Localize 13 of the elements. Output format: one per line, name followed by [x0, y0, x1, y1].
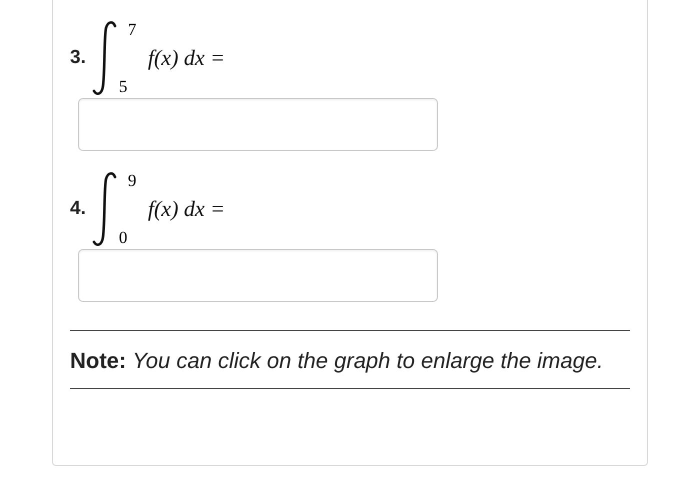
- lower-limit: 5: [118, 77, 128, 97]
- upper-limit: 7: [128, 20, 136, 40]
- answer-field[interactable]: [78, 249, 438, 302]
- integral-sign-icon: [92, 20, 118, 96]
- lower-limit: 0: [118, 228, 128, 248]
- integral-sign-icon: [92, 171, 118, 247]
- integrand: f(x) dx =: [148, 45, 225, 71]
- problem-number: 3.: [70, 47, 86, 69]
- upper-limit: 9: [128, 171, 136, 191]
- problem-number: 4.: [70, 198, 86, 220]
- answer-field[interactable]: [78, 98, 438, 151]
- integrand: f(x) dx =: [148, 196, 225, 222]
- note-text: Note: You can click on the graph to enlarge the image.: [70, 347, 604, 375]
